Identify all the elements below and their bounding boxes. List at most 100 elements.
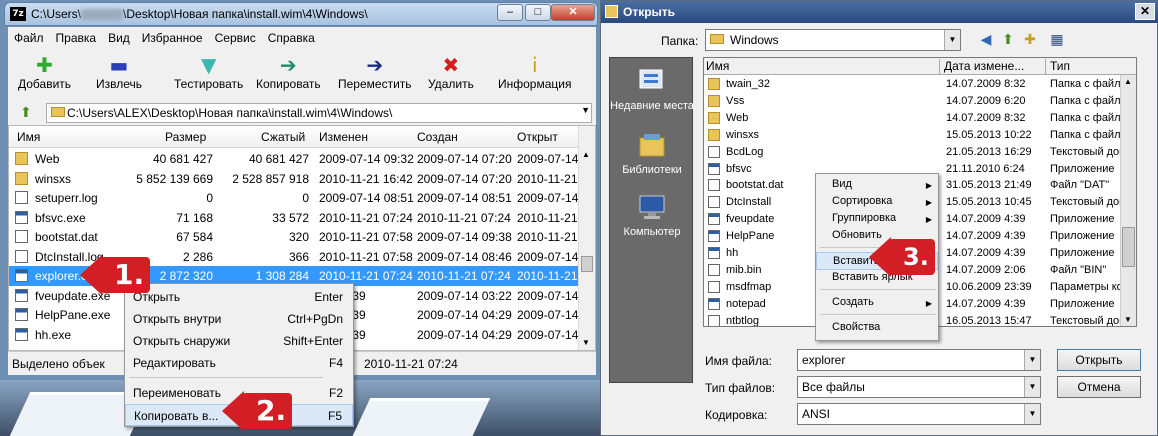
list-item[interactable]: BcdLog 21.05.2013 16:29 Текстовый док...	[704, 144, 1136, 161]
column-modified[interactable]: Изменен	[319, 130, 368, 144]
place-libraries[interactable]: Библиотеки	[610, 130, 694, 176]
toolbar-move-button[interactable]: ➔ Переместить	[338, 53, 412, 91]
context-menu-item[interactable]: Сортировка ▶	[816, 193, 938, 211]
cell-name: hh.exe	[35, 327, 72, 342]
up-folder-icon[interactable]: ⬆	[999, 31, 1017, 49]
table-row[interactable]: setuperr.log 0 0 2009-07-14 08:51 2009-07-14…	[9, 188, 588, 208]
up-folder-icon[interactable]: ⬆	[20, 104, 32, 121]
column-created[interactable]: Создан	[417, 130, 458, 144]
file-icon	[15, 191, 28, 204]
submenu-arrow-icon: ▶	[925, 299, 932, 308]
menu-tools[interactable]: Сервис	[209, 27, 262, 49]
toolbar-info-button[interactable]: i Информация	[498, 53, 571, 91]
new-folder-icon[interactable]: ✚	[1021, 31, 1039, 49]
table-row[interactable]: bootstat.dat 67 584 320 2010-11-21 07:58 200…	[9, 227, 588, 247]
vertical-scrollbar[interactable]: ▲ ▼	[1120, 75, 1136, 326]
cell-accessed: 2010-11-21 0	[517, 269, 588, 283]
context-menu-item[interactable]: Редактировать F4	[125, 352, 353, 374]
file-icon	[708, 145, 720, 158]
context-menu-item[interactable]: Открыть снаружи Shift+Enter	[125, 330, 353, 352]
context-menu-item[interactable]: Создать ▶	[816, 294, 938, 312]
cell-date: 21.05.2013 16:29	[946, 145, 1032, 158]
scroll-thumb[interactable]	[1122, 227, 1135, 267]
chevron-down-icon[interactable]: ▼	[1024, 350, 1040, 370]
toolbar-copy-button[interactable]: ➔ Копировать	[256, 53, 321, 91]
column-accessed[interactable]: Открыт	[517, 130, 558, 144]
menu-view[interactable]: Вид	[102, 27, 136, 49]
scroll-thumb[interactable]	[581, 256, 593, 272]
context-menu-item[interactable]: Группировка ▶	[816, 210, 938, 228]
list-item[interactable]: Vss 14.07.2009 6:20 Папка с файлами	[704, 93, 1136, 110]
toolbar-label: Тестировать	[174, 77, 244, 91]
context-menu-item[interactable]: Открыть Enter	[125, 286, 353, 308]
encoding-select[interactable]: ANSI ▼	[797, 403, 1041, 425]
open-button[interactable]: Открыть	[1057, 349, 1141, 371]
chevron-down-icon[interactable]: ▼	[1024, 377, 1040, 397]
application-icon	[708, 247, 720, 259]
view-menu-icon[interactable]: ▦	[1045, 31, 1069, 49]
column-date[interactable]: Дата измене...	[942, 59, 1046, 75]
toolbar-add-button[interactable]: ✚ Добавить	[18, 53, 71, 91]
chevron-down-icon[interactable]: ▼	[944, 30, 960, 50]
maximize-button[interactable]: □	[525, 4, 551, 21]
column-name[interactable]: Имя	[704, 59, 940, 75]
place-recent[interactable]: Недавние места	[610, 66, 694, 112]
back-icon[interactable]: ◀	[977, 31, 995, 49]
cancel-button[interactable]: Отмена	[1057, 376, 1141, 398]
toolbar-test-button[interactable]: ▼ Тестировать	[174, 53, 243, 91]
scroll-up-icon[interactable]: ▲	[1124, 77, 1132, 86]
table-row[interactable]: winsxs 5 852 139 669 2 528 857 918 2010-11-…	[9, 169, 588, 189]
list-item[interactable]: winsxs 15.05.2013 10:22 Папка с файлами	[704, 127, 1136, 144]
filetype-select[interactable]: Все файлы ▼	[797, 376, 1041, 398]
scroll-down-icon[interactable]: ▼	[582, 338, 590, 347]
cell-type: Приложение	[1050, 247, 1115, 259]
toolbar-extract-button[interactable]: ▬ Извлечь	[96, 53, 142, 91]
cell-packed: 40 681 427	[248, 152, 309, 166]
folder-select[interactable]: Windows ▼	[705, 29, 961, 51]
menu-favorites[interactable]: Избранное	[136, 27, 209, 49]
column-size[interactable]: Размер	[165, 130, 206, 144]
cell-size: 2 286	[182, 249, 213, 264]
step-1-callout: 1.	[79, 255, 151, 295]
context-menu-item[interactable]: Свойства	[816, 319, 938, 337]
context-menu-item[interactable]: Открыть внутри Ctrl+PgDn	[125, 308, 353, 330]
list-item[interactable]: twain_32 14.07.2009 8:32 Папка с файлами	[704, 76, 1136, 93]
column-name[interactable]: Имя	[17, 130, 40, 144]
folder-label: Папка:	[661, 34, 699, 48]
vertical-scrollbar[interactable]: ▲ ▼	[578, 126, 595, 350]
cell-modified: 2010-11-21 16:42	[319, 171, 413, 186]
table-row[interactable]: bfsvc.exe 71 168 33 572 2010-11-21 07:24 201…	[9, 208, 588, 228]
address-input[interactable]: C:\Users\ALEX\Desktop\Новая папка\instal…	[46, 103, 592, 123]
cell-size: 5 852 139 669	[136, 171, 213, 186]
toolbar-label: Копировать	[256, 77, 321, 91]
scroll-up-icon[interactable]: ▲	[582, 150, 590, 159]
toolbar-delete-button[interactable]: ✖ Удалить	[428, 53, 474, 91]
table-row[interactable]: Web 40 681 427 40 681 427 2009-07-14 09:32 2…	[9, 149, 588, 169]
menu-edit[interactable]: Правка	[50, 27, 103, 49]
cell-created: 2009-07-14 08:51	[417, 191, 512, 205]
close-button[interactable]: ✕	[1135, 3, 1155, 20]
menu-item-shortcut: Enter	[314, 290, 343, 304]
menu-help[interactable]: Справка	[262, 27, 321, 49]
context-menu-item[interactable]: Вид ▶	[816, 176, 938, 194]
menu-file[interactable]: Файл	[8, 27, 50, 49]
cell-date: 14.07.2009 8:32	[946, 111, 1026, 124]
column-packed[interactable]: Сжатый	[261, 130, 305, 144]
folder-icon	[708, 94, 720, 107]
folder-icon	[708, 111, 720, 124]
chevron-down-icon[interactable]: ▼	[581, 105, 590, 115]
filename-input[interactable]: explorer ▼	[797, 349, 1041, 371]
cell-created: 2009-07-14 07:20	[417, 152, 512, 166]
info-icon: i	[531, 53, 538, 77]
folder-icon	[708, 78, 720, 90]
list-item[interactable]: Web 14.07.2009 8:32 Папка с файлами	[704, 110, 1136, 127]
scroll-down-icon[interactable]: ▼	[1124, 315, 1132, 324]
application-icon	[15, 210, 28, 224]
cell-size: 40 681 427	[152, 152, 213, 166]
close-button[interactable]: ✕	[551, 4, 595, 21]
place-computer[interactable]: Компьютер	[610, 192, 694, 238]
chevron-down-icon[interactable]: ▼	[1024, 404, 1040, 424]
column-type[interactable]: Тип	[1048, 59, 1136, 75]
cell-created: 2009-07-14 08:46	[417, 249, 512, 264]
minimize-button[interactable]: –	[497, 4, 523, 21]
